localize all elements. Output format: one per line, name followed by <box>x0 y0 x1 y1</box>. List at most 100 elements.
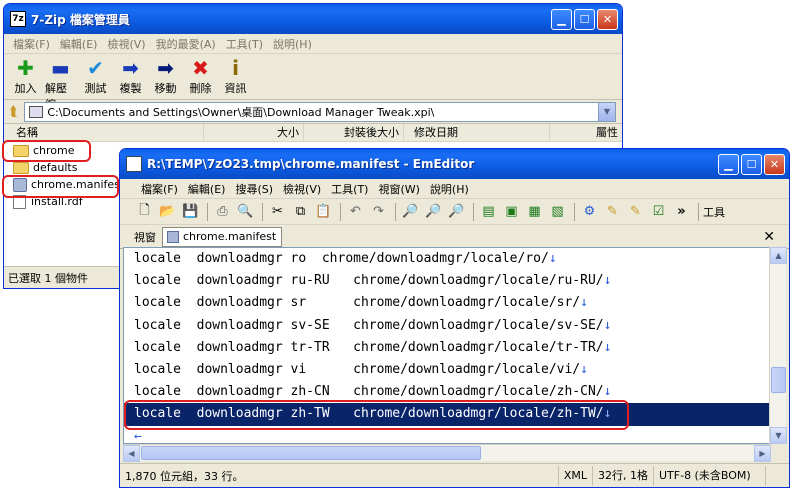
menu-item[interactable]: 說明(H) <box>425 181 474 197</box>
check-icon: ✔ <box>87 56 104 80</box>
toolbar-button[interactable]: i 資訊 <box>220 56 251 100</box>
em-maximize-button[interactable]: ☐ <box>741 153 762 175</box>
hscroll-thumb[interactable] <box>141 446 481 460</box>
editor-line[interactable]: locale downloadmgr vi chrome/downloadmgr… <box>124 359 770 381</box>
config-icon[interactable]: ⚙ <box>579 202 600 222</box>
find-next-icon[interactable]: 🔎 <box>423 202 444 222</box>
folder-icon <box>13 161 29 174</box>
find-icon[interactable]: 🔎 <box>400 202 421 222</box>
7zip-window-title: 7-Zip 檔案管理員 <box>31 12 130 27</box>
column-packed-size[interactable]: 封裝後大小 <box>304 123 404 142</box>
file-list-header: 名稱 大小 封裝後大小 修改日期 屬性 <box>4 123 622 142</box>
properties-icon[interactable]: ✎ <box>602 202 623 222</box>
line-text: locale downloadmgr vi chrome/downloadmgr… <box>134 361 581 377</box>
menu-item[interactable]: 我的最愛(A) <box>151 36 221 52</box>
save-icon[interactable]: 💾 <box>180 202 201 222</box>
path-input[interactable]: C:\Documents and Settings\Owner\桌面\Downl… <box>24 101 616 122</box>
menu-item[interactable]: 視窗(W) <box>373 181 424 197</box>
toolbar-separator <box>473 202 474 221</box>
open-folder-icon[interactable]: 📂 <box>157 202 178 222</box>
toolbar-button[interactable]: ✚ 加入 <box>10 56 41 100</box>
7zip-menubar: 檔案(F) 編輯(E) 檢視(V) 我的最愛(A) 工具(T) 說明(H) <box>4 34 622 54</box>
scroll-left-button[interactable]: ◀ <box>123 445 140 462</box>
toolbar-button-label: 資訊 <box>224 82 247 95</box>
eof-mark: ← <box>134 428 142 444</box>
wrap-none-icon[interactable]: ▤ <box>478 202 499 222</box>
manifest-file-icon <box>167 230 179 243</box>
paste-icon[interactable]: 📋 <box>313 202 334 222</box>
line-text: locale downloadmgr sv-SE chrome/download… <box>134 317 604 333</box>
toolbar-button[interactable]: ✖ 刪除 <box>185 56 216 100</box>
close-button[interactable]: ✕ <box>597 8 618 30</box>
em-minimize-button[interactable]: ▁ <box>718 153 739 175</box>
menu-item[interactable]: 搜尋(S) <box>230 181 278 197</box>
menu-item[interactable]: 說明(H) <box>268 36 317 52</box>
menu-item[interactable]: 檔案(F) <box>8 36 55 52</box>
toolbar-button[interactable]: ➡ 移動 <box>150 56 181 100</box>
tools-toolbar-label[interactable]: 工具 <box>703 204 725 220</box>
newline-mark: ↓ <box>548 251 557 266</box>
menu-item[interactable]: 檢視(V) <box>278 181 326 197</box>
find-prev-icon[interactable]: 🔎 <box>446 202 467 222</box>
column-size[interactable]: 大小 <box>204 123 304 142</box>
7zip-titlebar[interactable]: 7z 7-Zip 檔案管理員 ▁ ☐ ✕ <box>4 4 622 34</box>
scroll-thumb[interactable] <box>771 367 786 393</box>
editor-line[interactable]: locale downloadmgr ru-RU chrome/download… <box>124 270 770 292</box>
line-text: locale downloadmgr ro chrome/downloadmgr… <box>134 251 549 266</box>
scroll-right-button[interactable]: ▶ <box>754 445 771 462</box>
redo-icon[interactable]: ↷ <box>368 202 389 222</box>
menu-item[interactable]: 檔案(F) <box>136 181 183 197</box>
size-grip[interactable] <box>765 465 789 486</box>
scroll-down-button[interactable]: ▼ <box>770 427 787 444</box>
wrap-window-icon[interactable]: ▣ <box>501 202 522 222</box>
cursor-position-status[interactable]: 32行, 1格 <box>592 465 653 486</box>
toolbar-separator <box>574 202 575 221</box>
editor-line[interactable]: locale downloadmgr sv-SE chrome/download… <box>124 315 770 337</box>
column-attributes[interactable]: 屬性 <box>550 124 622 142</box>
editor-line[interactable]: locale downloadmgr ro chrome/downloadmgr… <box>124 248 770 270</box>
plus-icon: ✚ <box>17 56 34 80</box>
print-icon[interactable]: ⎙ <box>212 202 233 222</box>
toolbar-button[interactable]: ▬解壓縮 <box>45 56 76 111</box>
toolbar-button[interactable]: ➡ 複製 <box>115 56 146 100</box>
undo-icon[interactable]: ↶ <box>345 202 366 222</box>
toolbar-separator <box>698 202 699 221</box>
print-preview-icon[interactable]: 🔍 <box>235 202 256 222</box>
highlight-mode-status[interactable]: XML <box>557 465 592 486</box>
encoding-status[interactable]: UTF-8 (未含BOM) <box>653 465 765 486</box>
column-modified[interactable]: 修改日期 <box>404 123 550 142</box>
cut-icon[interactable]: ✂ <box>267 202 288 222</box>
vertical-scrollbar[interactable]: ▲ ▼ <box>769 247 787 444</box>
highlight-chrome-folder <box>2 140 91 162</box>
macro-icon[interactable]: ☑ <box>648 202 669 222</box>
maximize-button[interactable]: ☐ <box>574 8 595 30</box>
read-only-icon[interactable]: ▧ <box>547 202 568 222</box>
column-name[interactable]: 名稱 <box>4 123 204 142</box>
minus-icon: ▬ <box>51 56 70 80</box>
editor-line[interactable]: locale downloadmgr sr chrome/downloadmgr… <box>124 292 770 314</box>
up-folder-icon[interactable]: ⮬ <box>10 104 18 120</box>
archive-icon <box>29 105 44 118</box>
em-close-button[interactable]: ✕ <box>764 153 785 175</box>
tab-chrome-manifest[interactable]: chrome.manifest <box>162 226 283 247</box>
path-dropdown-button[interactable]: ▼ <box>598 102 615 121</box>
customize-icon[interactable]: ✎ <box>625 202 646 222</box>
menu-item[interactable]: 工具(T) <box>326 181 373 197</box>
menu-item[interactable]: 編輯(E) <box>55 36 103 52</box>
menu-item[interactable]: 檢視(V) <box>102 36 150 52</box>
menu-item[interactable]: 編輯(E) <box>183 181 231 197</box>
tab-close-icon[interactable]: ✕ <box>763 229 775 245</box>
emeditor-titlebar[interactable]: R:\TEMP\7zO23.tmp\chrome.manifest - EmEd… <box>120 149 789 179</box>
toolbar-overflow-icon[interactable]: » <box>671 202 692 222</box>
scroll-up-button[interactable]: ▲ <box>770 247 787 264</box>
toolbar-separator <box>262 202 263 221</box>
emeditor-statusbar: 1,870 位元組，33 行。 XML 32行, 1格 UTF-8 (未含BOM… <box>120 463 789 487</box>
minimize-button[interactable]: ▁ <box>551 8 572 30</box>
wrap-page-icon[interactable]: ▦ <box>524 202 545 222</box>
menu-item[interactable]: 工具(T) <box>221 36 268 52</box>
toolbar-button[interactable]: ✔ 測試 <box>80 56 111 100</box>
copy-icon[interactable]: ⧉ <box>290 202 311 222</box>
editor-line[interactable]: locale downloadmgr tr-TR chrome/download… <box>124 337 770 359</box>
horizontal-scrollbar[interactable]: ◀ ▶ <box>123 444 771 462</box>
new-file-icon[interactable]: 🗋 <box>134 202 155 222</box>
